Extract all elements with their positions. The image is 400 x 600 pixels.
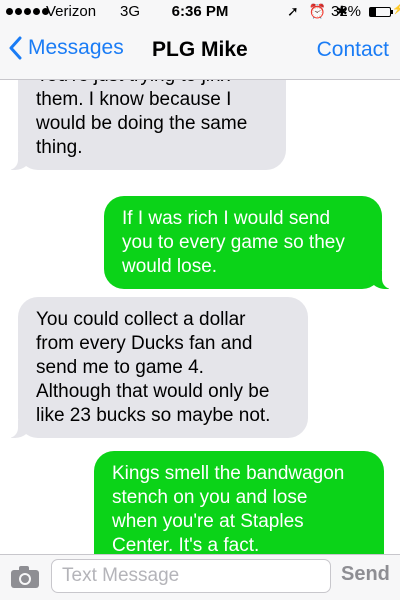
message-input[interactable] xyxy=(51,559,331,593)
battery-icon xyxy=(369,7,391,17)
contact-button[interactable]: Contact xyxy=(317,38,389,62)
incoming-message[interactable]: You're just trying to jinx them. I know … xyxy=(8,80,286,170)
charging-icon: ⚡ xyxy=(392,4,400,15)
message-composer: Send xyxy=(0,554,400,600)
incoming-message[interactable]: You could collect a dollar from every Du… xyxy=(8,297,308,438)
chevron-left-icon xyxy=(9,36,22,60)
status-bar: Verizon 3G 6:36 PM ➚ ⏰ ✱ 32% ⚡ xyxy=(0,0,400,24)
navigation-bar: Messages PLG Mike Contact xyxy=(0,24,400,80)
outgoing-message[interactable]: Kings smell the bandwagon stench on you … xyxy=(94,451,384,554)
back-button-label: Messages xyxy=(28,36,124,59)
outgoing-message[interactable]: If I was rich I would send you to every … xyxy=(104,196,392,289)
back-to-messages-button[interactable]: Messages xyxy=(8,36,124,60)
conversation-title: PLG Mike xyxy=(152,38,248,61)
send-button[interactable]: Send xyxy=(341,563,390,586)
battery-percentage: 32% xyxy=(331,3,362,20)
message-thread[interactable]: You're just trying to jinx them. I know … xyxy=(0,80,400,554)
battery-level xyxy=(370,8,377,16)
camera-icon[interactable] xyxy=(10,565,40,589)
